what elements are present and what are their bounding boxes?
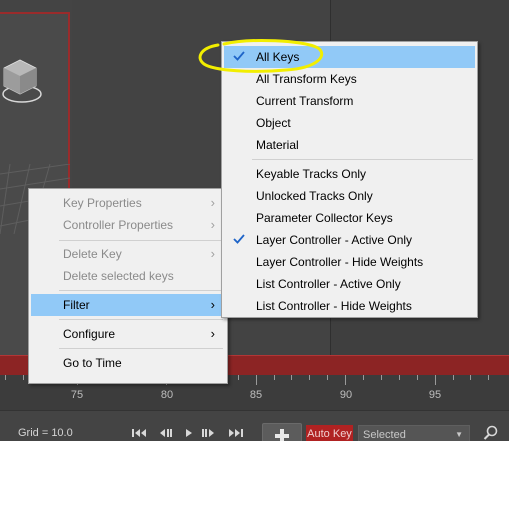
- submenu-arrow-icon: ›: [210, 326, 215, 341]
- menu-item-label: Unlocked Tracks Only: [256, 189, 373, 203]
- ruler-tick: [398, 375, 400, 380]
- menu-separator: [59, 290, 223, 291]
- menu-item-delete-key[interactable]: Delete Key ›: [31, 243, 225, 265]
- checkmark-icon: [233, 234, 245, 244]
- submenu-arrow-icon: ›: [210, 217, 215, 232]
- menu-item-label: Controller Properties: [63, 218, 174, 232]
- menu-item-label: Key Properties: [63, 196, 142, 210]
- ruler-tick: [470, 375, 472, 380]
- key-mode-toggle[interactable]: [262, 423, 302, 441]
- timeline-label: 95: [428, 389, 442, 401]
- ruler-tick: [488, 375, 490, 380]
- menu-item-label: Layer Controller - Active Only: [256, 233, 413, 247]
- timeline-label: 85: [249, 389, 263, 401]
- menu-item-list-controller-hide-weights[interactable]: List Controller - Hide Weights: [224, 295, 475, 317]
- ruler-tick: [255, 375, 257, 385]
- menu-item-label: All Transform Keys: [256, 72, 357, 86]
- menu-item-object[interactable]: Object: [224, 112, 475, 134]
- ruler-tick: [237, 375, 239, 380]
- menu-item-label: Parameter Collector Keys: [256, 211, 393, 225]
- menu-item-label: Object: [256, 116, 291, 130]
- menu-item-layer-controller-active-only[interactable]: Layer Controller - Active Only: [224, 229, 475, 251]
- menu-item-label: Delete Key: [63, 247, 122, 261]
- menu-item-all-transform-keys[interactable]: All Transform Keys: [224, 68, 475, 90]
- menu-item-key-properties[interactable]: Key Properties ›: [31, 192, 225, 214]
- status-bar: Grid = 10.0 Auto Key Selected ▼: [0, 410, 509, 441]
- selection-set-value: Selected: [363, 429, 406, 441]
- selection-set-dropdown[interactable]: Selected ▼: [358, 425, 470, 441]
- go-to-end-icon[interactable]: [228, 426, 244, 440]
- box-object-icon: [2, 59, 42, 103]
- submenu-arrow-icon: ›: [210, 297, 215, 312]
- checkmark-icon: [233, 51, 245, 61]
- menu-item-configure[interactable]: Configure ›: [31, 323, 225, 345]
- ruler-tick: [363, 375, 364, 380]
- menu-item-list-controller-active-only[interactable]: List Controller - Active Only: [224, 273, 475, 295]
- menu-item-controller-properties[interactable]: Controller Properties ›: [31, 214, 225, 236]
- filter-submenu: All Keys All Transform Keys Current Tran…: [221, 41, 478, 318]
- previous-frame-icon[interactable]: [157, 426, 173, 440]
- menu-item-label: Material: [256, 138, 299, 152]
- menu-separator: [59, 348, 223, 349]
- plus-icon: [275, 429, 289, 441]
- ruler-tick: [291, 375, 293, 380]
- menu-item-material[interactable]: Material: [224, 134, 475, 156]
- menu-item-unlocked-tracks-only[interactable]: Unlocked Tracks Only: [224, 185, 475, 207]
- menu-item-label: List Controller - Hide Weights: [256, 299, 412, 313]
- chevron-down-icon: ▼: [455, 430, 463, 439]
- ruler-tick: [273, 375, 275, 380]
- ruler-tick: [5, 375, 6, 380]
- menu-item-label: Current Transform: [256, 94, 354, 108]
- go-to-start-icon[interactable]: [131, 426, 147, 440]
- ruler-tick: [380, 375, 382, 380]
- submenu-arrow-icon: ›: [210, 195, 215, 210]
- ruler-tick: [327, 375, 329, 380]
- ruler-tick: [22, 375, 24, 380]
- ruler-tick: [309, 375, 311, 380]
- menu-item-keyable-tracks-only[interactable]: Keyable Tracks Only: [224, 163, 475, 185]
- menu-item-delete-selected-keys[interactable]: Delete selected keys: [31, 265, 225, 287]
- menu-item-label: Keyable Tracks Only: [256, 167, 367, 181]
- ruler-tick: [345, 375, 347, 385]
- grid-readout: Grid = 10.0: [18, 427, 73, 439]
- menu-item-label: Go to Time: [63, 356, 122, 370]
- menu-item-all-keys[interactable]: All Keys: [224, 46, 475, 68]
- timeline-label: 90: [339, 389, 353, 401]
- menu-separator: [59, 319, 223, 320]
- menu-item-label: Delete selected keys: [63, 269, 174, 283]
- play-icon[interactable]: [183, 426, 195, 440]
- menu-separator: [59, 240, 223, 241]
- menu-item-filter[interactable]: Filter ›: [31, 294, 225, 316]
- ruler-tick: [434, 375, 436, 385]
- trackbar-context-menu: Key Properties › Controller Properties › D…: [28, 188, 228, 384]
- menu-item-layer-controller-hide-weights[interactable]: Layer Controller - Hide Weights: [224, 251, 475, 273]
- timeline-label: 80: [160, 389, 174, 401]
- menu-item-label: Filter: [63, 298, 90, 312]
- search-icon[interactable]: [483, 425, 499, 441]
- menu-item-label: Layer Controller - Hide Weights: [256, 255, 424, 269]
- timeline-label: 75: [70, 389, 84, 401]
- menu-separator: [252, 159, 473, 160]
- menu-item-current-transform[interactable]: Current Transform: [224, 90, 475, 112]
- menu-item-label: Configure: [63, 327, 116, 341]
- ruler-tick: [416, 375, 418, 380]
- submenu-arrow-icon: ›: [210, 246, 215, 261]
- menu-item-parameter-collector-keys[interactable]: Parameter Collector Keys: [224, 207, 475, 229]
- menu-item-label: List Controller - Active Only: [256, 277, 401, 291]
- next-frame-icon[interactable]: [201, 426, 217, 440]
- ruler-tick: [452, 375, 454, 380]
- menu-item-label: All Keys: [256, 50, 300, 64]
- menu-item-go-to-time[interactable]: Go to Time: [31, 352, 225, 374]
- auto-key-button[interactable]: Auto Key: [306, 425, 353, 441]
